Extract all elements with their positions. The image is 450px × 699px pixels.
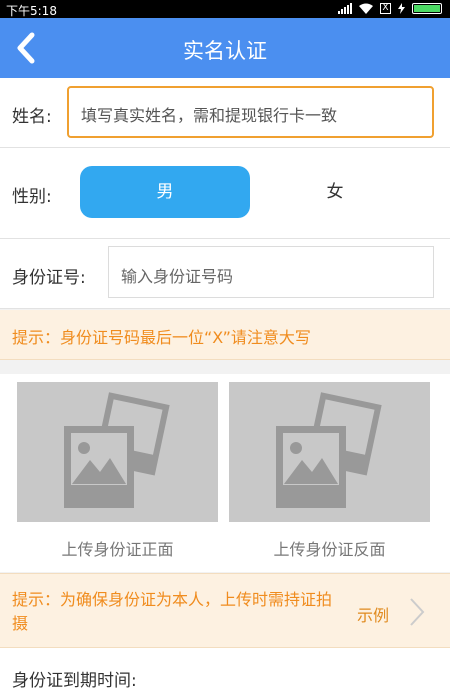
page-title: 实名认证 bbox=[183, 39, 267, 63]
upload-back-button[interactable] bbox=[229, 382, 430, 522]
sim-icon: X bbox=[380, 3, 391, 14]
photo-tip-text: 提示：为确保身份证为本人，上传时需持证拍摄 bbox=[12, 590, 333, 633]
wifi-icon bbox=[359, 3, 373, 14]
gender-male-button[interactable]: 男 bbox=[80, 166, 250, 218]
battery-icon bbox=[412, 3, 442, 14]
name-row: 姓名: 填写真实姓名，需和提现银行卡一致 bbox=[0, 78, 450, 148]
id-number-row: 身份证号: 输入身份证号码 bbox=[0, 239, 450, 309]
chevron-right-icon bbox=[410, 598, 425, 626]
gender-label: 性别: bbox=[12, 187, 52, 207]
name-input[interactable]: 填写真实姓名，需和提现银行卡一致 bbox=[67, 86, 434, 138]
upload-area: 上传身份证正面 上传身份证反面 bbox=[0, 374, 450, 572]
upload-front-button[interactable] bbox=[17, 382, 218, 522]
upload-front-label: 上传身份证正面 bbox=[61, 540, 174, 559]
id-tip-banner: 提示：身份证号码最后一位“X”请注意大写 bbox=[0, 310, 450, 360]
nav-bar: 实名认证 bbox=[0, 18, 450, 78]
example-link[interactable]: 示例 bbox=[357, 602, 389, 626]
status-bar: 下午5:18 X bbox=[0, 0, 450, 18]
id-number-label: 身份证号: bbox=[12, 268, 86, 288]
expire-date-row[interactable]: 身份证到期时间: bbox=[0, 648, 450, 699]
status-icons: X bbox=[338, 3, 442, 14]
id-number-input[interactable]: 输入身份证号码 bbox=[108, 246, 434, 298]
photo-tip-banner[interactable]: 提示：为确保身份证为本人，上传时需持证拍摄 示例 bbox=[0, 573, 450, 648]
expire-date-label: 身份证到期时间: bbox=[12, 671, 137, 691]
charging-icon bbox=[398, 3, 405, 14]
photo-placeholder-icon bbox=[276, 392, 382, 508]
signal-icon bbox=[338, 3, 352, 14]
name-label: 姓名: bbox=[12, 107, 52, 127]
photo-placeholder-icon bbox=[64, 392, 170, 508]
gender-female-button[interactable]: 女 bbox=[250, 166, 420, 218]
gender-row: 性别: 男 女 bbox=[0, 148, 450, 239]
upload-back-label: 上传身份证反面 bbox=[273, 540, 386, 559]
status-time: 下午5:18 bbox=[6, 4, 57, 18]
